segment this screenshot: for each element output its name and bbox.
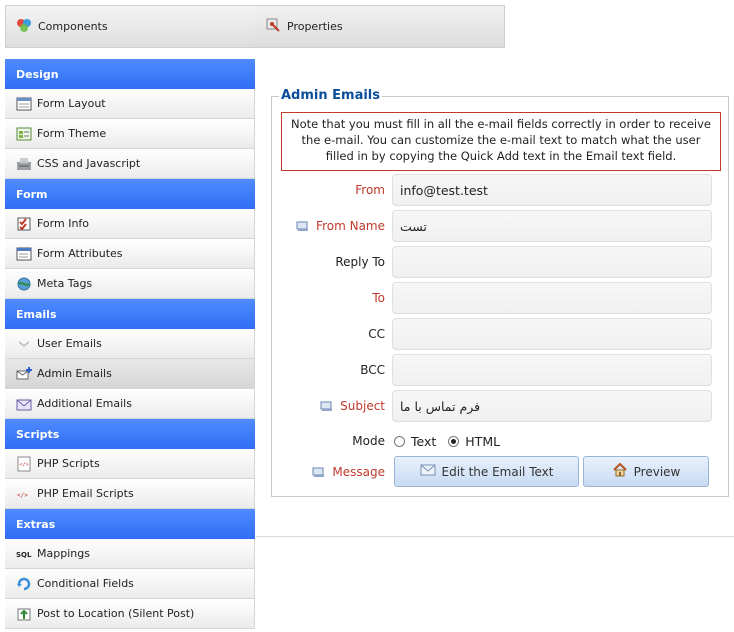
form-info-icon	[16, 216, 32, 232]
from-row: From	[272, 174, 730, 206]
tab-components[interactable]: Components	[6, 6, 255, 47]
subject-field[interactable]	[392, 390, 712, 422]
from-name-label: From Name	[296, 210, 385, 242]
sidebar-item-css-javascript[interactable]: CSS and Javascript	[5, 149, 255, 179]
sidebar-item-meta-tags[interactable]: Meta Tags	[5, 269, 255, 299]
mode-row: Mode Text HTML	[272, 430, 730, 452]
sidebar-item-additional-emails[interactable]: Additional Emails	[5, 389, 255, 419]
from-name-field[interactable]	[392, 210, 712, 242]
sidebar-item-label: Conditional Fields	[37, 577, 134, 590]
bcc-label: BCC	[360, 363, 385, 377]
components-icon	[16, 17, 32, 36]
tab-properties-label: Properties	[287, 20, 343, 33]
additional-emails-icon	[16, 396, 32, 412]
preview-home-icon	[612, 462, 628, 481]
sidebar-item-label: Form Info	[37, 217, 90, 230]
admin-emails-note: Note that you must fill in all the e-mai…	[281, 112, 721, 171]
from-name-row: From Name	[272, 210, 730, 242]
mode-options: Text HTML	[394, 430, 500, 452]
sidebar-item-form-theme[interactable]: Form Theme	[5, 119, 255, 149]
properties-icon	[265, 17, 281, 36]
subject-row: Subject	[272, 390, 730, 422]
sidebar-item-mappings[interactable]: SQL Mappings	[5, 539, 255, 569]
sidebar-section-extras: Extras	[5, 509, 255, 539]
admin-emails-icon	[16, 366, 32, 382]
sidebar-item-label: CSS and Javascript	[37, 157, 141, 170]
edit-pen-icon[interactable]	[320, 399, 334, 413]
sidebar-item-label: User Emails	[37, 337, 102, 350]
message-label: Message	[312, 456, 385, 488]
admin-emails-legend: Admin Emails	[279, 88, 382, 103]
to-field[interactable]	[392, 282, 712, 314]
sidebar-item-label: PHP Scripts	[37, 457, 100, 470]
mode-html-radio[interactable]	[448, 435, 460, 447]
sidebar-item-label: Post to Location (Silent Post)	[37, 607, 195, 620]
sidebar-section-emails: Emails	[5, 299, 255, 329]
reply-to-row: Reply To	[272, 246, 730, 278]
sql-mappings-icon: SQL	[16, 546, 32, 562]
sidebar-item-label: Form Attributes	[37, 247, 123, 260]
reply-to-label: Reply To	[335, 255, 385, 269]
sidebar-section-form: Form	[5, 179, 255, 209]
sidebar-item-php-scripts[interactable]: </> PHP Scripts	[5, 449, 255, 479]
mode-text-radio[interactable]	[394, 435, 405, 447]
svg-text:</>: </>	[20, 462, 29, 468]
reply-to-field[interactable]	[392, 246, 712, 278]
to-label: To	[372, 291, 385, 305]
admin-emails-fieldset: Admin Emails Note that you must fill in …	[271, 88, 730, 497]
top-tab-bar: Components Properties	[5, 5, 505, 48]
sidebar-item-form-attributes[interactable]: Form Attributes	[5, 239, 255, 269]
message-row: Message Edit the Email Text Preview	[272, 456, 730, 488]
svg-text:SQL: SQL	[16, 551, 32, 559]
email-icon	[420, 462, 436, 481]
conditional-fields-icon	[16, 576, 32, 592]
meta-tags-icon	[16, 276, 32, 292]
sidebar-item-form-layout[interactable]: Form Layout	[5, 89, 255, 119]
form-theme-icon	[16, 126, 32, 142]
from-label: From	[355, 183, 385, 197]
sidebar-item-form-info[interactable]: Form Info	[5, 209, 255, 239]
form-layout-icon	[16, 96, 32, 112]
tab-properties[interactable]: Properties	[255, 6, 504, 47]
to-row: To	[272, 282, 730, 314]
sidebar-item-admin-emails[interactable]: Admin Emails	[5, 359, 255, 389]
sidebar-item-user-emails[interactable]: User Emails	[5, 329, 255, 359]
form-attributes-icon	[16, 246, 32, 262]
sidebar-section-scripts: Scripts	[5, 419, 255, 449]
php-scripts-icon: </>	[16, 456, 32, 472]
sidebar-item-label: Admin Emails	[37, 367, 112, 380]
css-javascript-icon	[16, 156, 32, 172]
sidebar-item-label: Form Layout	[37, 97, 106, 110]
sidebar-item-php-email-scripts[interactable]: </> PHP Email Scripts	[5, 479, 255, 509]
preview-button[interactable]: Preview	[583, 456, 709, 487]
mode-text-label: Text	[411, 433, 437, 449]
user-emails-icon	[16, 336, 32, 352]
sidebar-item-label: PHP Email Scripts	[37, 487, 134, 500]
sidebar-item-label: Additional Emails	[37, 397, 132, 410]
php-email-scripts-icon: </>	[16, 486, 32, 502]
cc-field[interactable]	[392, 318, 712, 350]
from-field[interactable]	[392, 174, 712, 206]
edit-pen-icon[interactable]	[312, 465, 326, 479]
sidebar-item-label: Form Theme	[37, 127, 107, 140]
post-location-icon	[16, 606, 32, 622]
main-panel: Admin Emails Note that you must fill in …	[256, 59, 734, 537]
edit-pen-icon[interactable]	[296, 219, 310, 233]
cc-row: CC	[272, 318, 730, 350]
sidebar: Design Form Layout Form Theme CSS and Ja…	[5, 59, 255, 629]
svg-text:</>: </>	[17, 492, 28, 499]
cc-label: CC	[368, 327, 385, 341]
tab-components-label: Components	[38, 20, 108, 33]
bcc-row: BCC	[272, 354, 730, 386]
sidebar-item-label: Meta Tags	[37, 277, 93, 290]
sidebar-item-conditional-fields[interactable]: Conditional Fields	[5, 569, 255, 599]
mode-html-label: HTML	[465, 433, 501, 449]
sidebar-section-design: Design	[5, 59, 255, 89]
bcc-field[interactable]	[392, 354, 712, 386]
sidebar-item-post-location[interactable]: Post to Location (Silent Post)	[5, 599, 255, 629]
mode-label: Mode	[352, 434, 385, 448]
edit-email-text-button[interactable]: Edit the Email Text	[394, 456, 579, 487]
subject-label: Subject	[320, 390, 385, 422]
sidebar-item-label: Mappings	[37, 547, 90, 560]
